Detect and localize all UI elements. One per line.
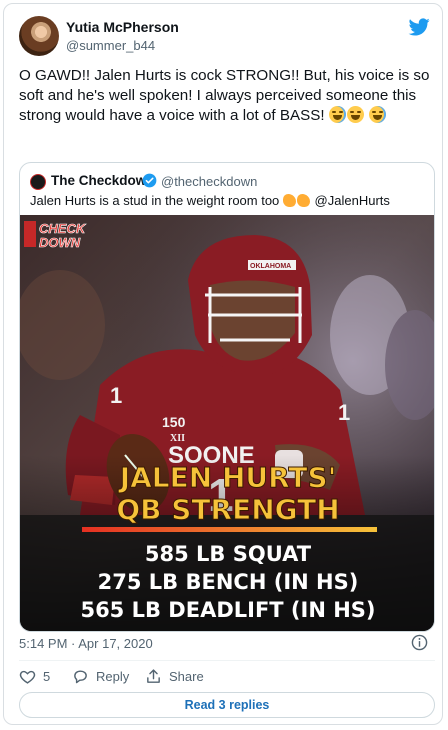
share-icon [147,669,160,683]
shoulder-number: 1 [110,383,122,408]
divider [19,660,435,661]
flexed-biceps-icon [296,194,310,207]
logo-bottom: DOWN [39,235,81,250]
stat-line-3: 565 LB DEADLIFT (IN HS) [80,598,375,622]
reply-label: Reply [96,669,130,684]
handle[interactable]: @summer_b44 [66,38,155,53]
grinning-squinting-face-icon [346,106,364,123]
headline-line-2: QB STRENGTH [116,493,339,526]
display-name[interactable]: Yutia McPherson [66,19,179,35]
sleeve-number: 1 [338,400,350,425]
quoted-avatar[interactable] [30,174,46,190]
reply-button[interactable]: Reply [72,668,129,685]
grinning-sweat-face-icon [369,106,387,123]
quoted-tweet[interactable]: The Checkdown @thecheckdown Jalen Hurts … [19,162,435,632]
quoted-handle[interactable]: @thecheckdown [161,174,257,189]
tweet-text: O GAWD!! Jalen Hurts is cock STRONG!! Bu… [19,66,435,126]
stat-line-2: 275 LB BENCH (IN HS) [98,570,359,594]
read-replies-button[interactable]: Read 3 replies [19,692,435,718]
quoted-body: Jalen Hurts is a stud in the weight room… [30,193,280,208]
share-button[interactable]: Share [145,668,204,685]
helmet-text: OKLAHOMA [250,263,291,270]
share-label: Share [169,669,204,684]
quoted-mention[interactable]: @JalenHurts [315,193,390,208]
reply-icon [74,670,87,684]
face-with-tears-of-joy-icon [328,106,346,123]
headline-underline [82,527,377,532]
stat-line-1: 585 LB SQUAT [145,542,312,566]
timestamp[interactable]: 5:14 PM · Apr 17, 2020 [19,636,153,651]
verified-badge-icon [142,173,157,188]
heart-icon [19,670,36,684]
flexed-biceps-icon [282,194,296,207]
patch-letters: XII [170,433,185,444]
quoted-text: Jalen Hurts is a stud in the weight room… [30,193,390,208]
tweet-body: O GAWD!! Jalen Hurts is cock STRONG!! Bu… [19,67,430,124]
quoted-display-name[interactable]: The Checkdown [51,173,155,188]
like-button[interactable]: 5 [19,668,50,685]
quoted-image[interactable]: SOONE 1 1 1 150 XII OKLAHOMA CHECK DOWN … [20,215,435,632]
like-count: 5 [43,669,51,684]
info-icon[interactable] [411,634,428,651]
twitter-bird-icon[interactable] [408,16,430,38]
patch-number: 150 [162,414,186,430]
avatar[interactable] [19,16,59,56]
tweet-card: Yutia McPherson @summer_b44 O GAWD!! Jal… [3,3,443,725]
headline-line-1: JALEN HURTS' [118,461,337,494]
logo-top: CHECK [39,221,87,236]
